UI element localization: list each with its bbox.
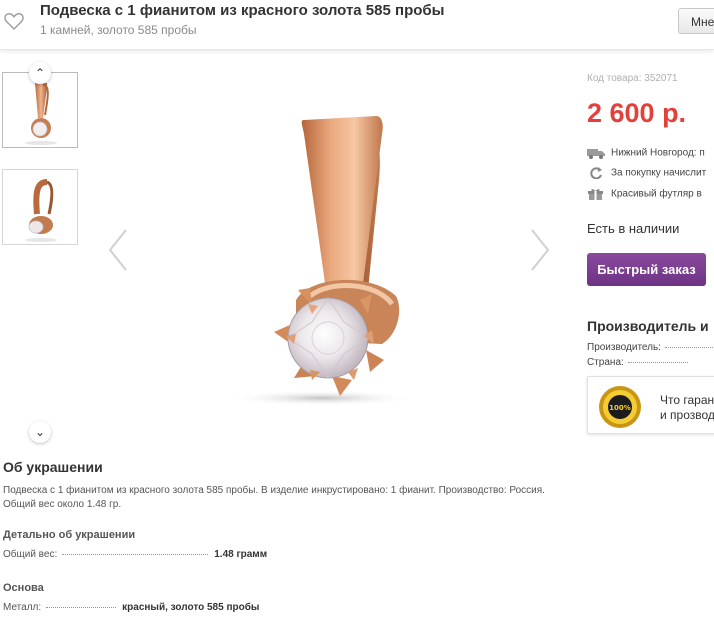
- about-description: Подвеска с 1 фианитом из красного золота…: [3, 485, 545, 510]
- product-price: 2 600 р.: [587, 98, 687, 128]
- gift-icon: [588, 189, 603, 200]
- next-image-icon[interactable]: [528, 228, 552, 272]
- metal-value: красный, золото 585 пробы: [122, 602, 260, 613]
- pendant-front-thumbnail: [25, 83, 57, 145]
- manufacturer-label: Производитель:: [587, 342, 661, 353]
- detail-heading: Детально об украшении: [3, 529, 136, 541]
- thumbnail-scroll-down-icon[interactable]: ⌄: [29, 421, 51, 443]
- guarantee-banner[interactable]: 100% Что гаран и прозвод: [587, 376, 714, 434]
- product-subtitle: 1 камней, золото 585 пробы: [40, 23, 197, 37]
- base-heading: Основа: [3, 582, 44, 594]
- thumbnail-scroll-up-icon[interactable]: ⌃: [29, 62, 51, 84]
- about-heading: Об украшении: [3, 459, 103, 475]
- guarantee-line-2: и прозвод: [660, 408, 714, 422]
- bonus-info: За покупку начислит: [587, 167, 714, 179]
- previous-image-icon[interactable]: [106, 228, 130, 272]
- thumbnail-side[interactable]: [2, 169, 78, 245]
- metal-label: Металл:: [3, 602, 42, 613]
- heart-icon[interactable]: [4, 12, 24, 30]
- seal-label: 100%: [609, 404, 631, 412]
- header-button[interactable]: Мне: [678, 8, 714, 34]
- product-main-image: [227, 116, 417, 406]
- gift-box-info: Красивый футляр в: [587, 188, 714, 200]
- product-title: Подвеска с 1 фианитом из красного золота…: [40, 2, 445, 19]
- guarantee-text: Что гаран и прозвод: [660, 393, 714, 423]
- country-row: Страна:: [587, 357, 714, 368]
- stock-status: Есть в наличии: [587, 221, 680, 236]
- pendant-side-thumbnail: [25, 179, 57, 242]
- weight-label: Общий вес:: [3, 549, 58, 560]
- weight-value: 1.48 грамм: [214, 549, 268, 560]
- manufacturer-heading: Производитель и: [587, 318, 709, 334]
- country-label: Страна:: [587, 357, 624, 368]
- guarantee-line-1: Что гаран: [660, 393, 714, 407]
- gift-box-text: Красивый футляр в: [611, 188, 702, 200]
- truck-icon: [587, 149, 605, 159]
- weight-row: Общий вес: 1.48 грамм: [3, 549, 267, 560]
- manufacturer-row: Производитель:: [587, 342, 714, 353]
- product-sku: Код товара: 352071: [587, 73, 678, 84]
- delivery-info: Нижний Новгород: п: [587, 147, 714, 159]
- refresh-icon: [590, 167, 602, 179]
- delivery-text: Нижний Новгород: п: [611, 147, 705, 159]
- bonus-text: За покупку начислит: [611, 167, 707, 179]
- quick-order-button[interactable]: Быстрый заказ: [587, 253, 706, 286]
- metal-row: Металл: красный, золото 585 пробы: [3, 602, 259, 613]
- guarantee-seal-icon: 100%: [599, 386, 641, 428]
- product-header: Подвеска с 1 фианитом из красного золота…: [0, 0, 714, 50]
